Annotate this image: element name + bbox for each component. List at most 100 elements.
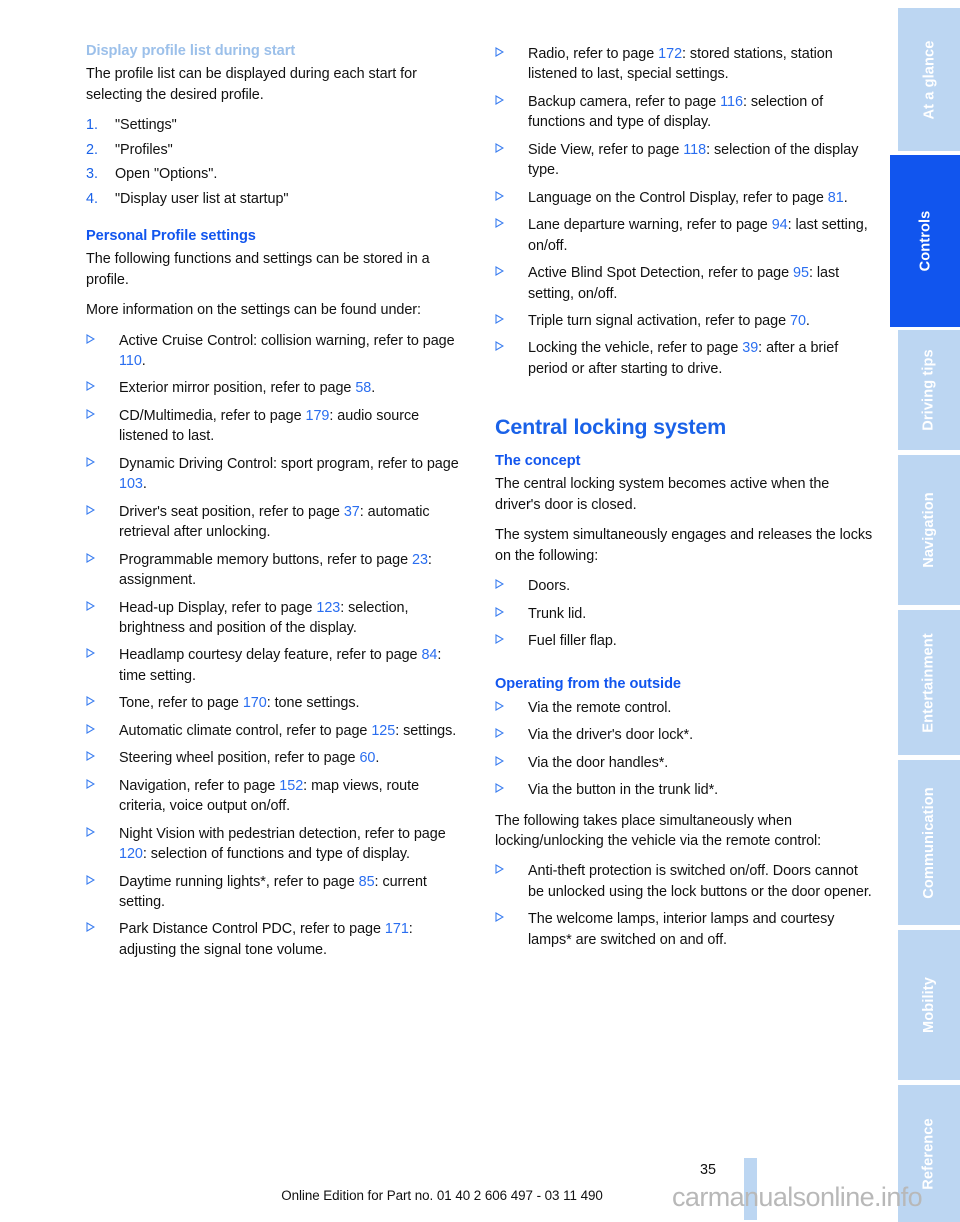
triangle-bullet-icon [86, 748, 119, 762]
bullet-text-tail: . [142, 476, 147, 493]
bullet-text-lead: The welcome lamps, interior lamps and co… [528, 911, 835, 948]
bullet-text-lead: Headlamp courtesy delay feature, refer t… [119, 647, 422, 664]
page-reference-link[interactable]: 170 [243, 695, 267, 711]
bullet-item: Active Blind Spot Detection, refer to pa… [495, 263, 876, 304]
bullet-text-lead: Doors. [528, 578, 571, 595]
triangle-bullet-icon [86, 331, 119, 344]
bullet-text: The welcome lamps, interior lamps and co… [528, 909, 876, 950]
paragraph-simultaneous-remote: The following takes place simultaneously… [495, 812, 822, 849]
page-reference-link[interactable]: 23 [412, 552, 428, 568]
bullet-item: Night Vision with pedestrian detection, … [86, 824, 467, 865]
triangle-bullet-icon [86, 454, 119, 467]
triangle-bullet-icon [495, 861, 528, 875]
tab-label: Communication [921, 786, 938, 899]
paragraph-concept-active: The central locking system becomes activ… [495, 476, 830, 513]
step-marker: 2. [86, 141, 98, 158]
triangle-bullet-icon [86, 824, 119, 837]
bullet-text: Steering wheel position, refer to page 6… [119, 748, 467, 768]
bullet-item: Radio, refer to page 172: stored station… [495, 44, 876, 85]
bullet-text: Park Distance Control PDC, refer to page… [119, 919, 467, 960]
bullet-text-lead: Locking the vehicle, refer to page [528, 340, 743, 357]
paragraph-stored-in-profile: The following functions and settings can… [86, 251, 430, 288]
bullet-text-lead: Lane departure warning, refer to page [528, 217, 772, 234]
bullet-text-lead: Active Blind Spot Detection, refer to pa… [528, 265, 794, 282]
bullet-text-lead: Head-up Display, refer to page [119, 599, 317, 616]
page-reference-link[interactable]: 70 [790, 313, 806, 329]
numbered-step-list: 1. "Settings" 2. "Profiles" 3. Open "Options"… [86, 115, 467, 209]
bullet-text: Side View, refer to page 118: selection … [528, 140, 876, 181]
page-reference-link[interactable]: 85 [359, 874, 375, 890]
triangle-bullet-icon [86, 919, 119, 933]
settings-bullet-list-continued: Radio, refer to page 172: stored station… [495, 44, 876, 379]
page-reference-link[interactable]: 118 [683, 142, 706, 158]
tab-entertainment[interactable]: Entertainment [898, 610, 960, 755]
bullet-text-tail: : tone settings. [266, 695, 360, 712]
bullet-text: Lane departure warning, refer to page 94… [528, 215, 876, 256]
tab-label: Reference [921, 1117, 938, 1190]
bullet-item: Language on the Control Display, refer t… [495, 188, 876, 208]
triangle-bullet-icon [86, 550, 119, 563]
page-reference-link[interactable]: 116 [720, 94, 743, 110]
paragraph-profile-intro: The profile list can be displayed during… [86, 66, 417, 103]
bullet-text: Via the button in the trunk lid*. [528, 780, 876, 800]
bullet-text: Backup camera, refer to page 116: select… [528, 92, 876, 133]
page-reference-link[interactable]: 95 [793, 265, 809, 281]
page-reference-link[interactable]: 37 [344, 504, 360, 520]
triangle-bullet-icon [86, 502, 119, 515]
page-reference-link[interactable]: 84 [421, 647, 437, 663]
page-reference-link[interactable]: 94 [772, 217, 788, 233]
bullet-text-tail: : settings. [395, 722, 457, 739]
bullet-text: Language on the Control Display, refer t… [528, 188, 876, 208]
page-reference-link[interactable]: 172 [658, 46, 682, 62]
page-reference-link[interactable]: 152 [279, 778, 303, 794]
bullet-text: Exterior mirror position, refer to page … [119, 378, 467, 398]
numbered-step-item: 2. "Profiles" [86, 140, 467, 160]
tab-driving-tips[interactable]: Driving tips [898, 330, 960, 450]
tab-at-a-glance[interactable]: At a glance [898, 8, 960, 151]
bullet-text: Head-up Display, refer to page 123: sele… [119, 598, 467, 639]
bullet-item: Locking the vehicle, refer to page 39: a… [495, 338, 876, 379]
page-reference-link[interactable]: 39 [742, 340, 758, 356]
triangle-bullet-icon [495, 311, 528, 324]
page-reference-link[interactable]: 120 [119, 846, 143, 862]
tab-mobility[interactable]: Mobility [898, 930, 960, 1080]
triangle-bullet-icon [495, 215, 528, 229]
triangle-bullet-icon [495, 909, 528, 923]
tab-controls[interactable]: Controls [890, 155, 960, 327]
bullet-text: Triple turn signal activation, refer to … [528, 311, 876, 331]
bullet-item: Trunk lid. [495, 604, 876, 624]
tab-communication[interactable]: Communication [898, 760, 960, 925]
bullet-text: Driver's seat position, refer to page 37… [119, 502, 467, 543]
triangle-bullet-icon [495, 576, 528, 590]
page-reference-link[interactable]: 58 [355, 380, 371, 396]
bullet-item: Steering wheel position, refer to page 6… [86, 748, 467, 768]
tab-label: Driving tips [921, 349, 938, 431]
bullet-item: Via the door handles*. [495, 753, 876, 773]
page-reference-link[interactable]: 125 [371, 723, 395, 739]
bullet-text-lead: Language on the Control Display, refer t… [528, 189, 828, 206]
bullet-text-lead: CD/Multimedia, refer to page [119, 407, 306, 424]
step-marker: 3. [86, 166, 98, 183]
page-reference-link[interactable]: 60 [359, 750, 375, 766]
page-reference-link[interactable]: 179 [306, 408, 330, 424]
tab-reference[interactable]: Reference [898, 1085, 960, 1222]
bullet-text: Active Cruise Control: collision warning… [119, 331, 467, 372]
right-column: Radio, refer to page 172: stored station… [495, 42, 876, 1132]
bullet-text-lead: Via the door handles*. [528, 754, 669, 771]
bullet-text: Daytime running lights*, refer to page 8… [119, 872, 467, 913]
heading-personal-profile-settings: Personal Profile settings [86, 227, 256, 244]
bullet-text: Automatic climate control, refer to page… [119, 721, 467, 741]
page-reference-link[interactable]: 81 [828, 190, 844, 206]
page-reference-link[interactable]: 123 [316, 600, 340, 616]
bullet-text: Navigation, refer to page 152: map views… [119, 776, 467, 817]
tab-label: Navigation [921, 492, 938, 568]
bullet-item: Triple turn signal activation, refer to … [495, 311, 876, 331]
tab-navigation[interactable]: Navigation [898, 455, 960, 605]
bullet-item: Via the button in the trunk lid*. [495, 780, 876, 800]
bullet-text-lead: Dynamic Driving Control: sport program, … [119, 455, 459, 472]
page-reference-link[interactable]: 103 [119, 476, 143, 492]
bullet-text-tail: . [375, 750, 380, 767]
page-reference-link[interactable]: 171 [385, 921, 409, 937]
page-reference-link[interactable]: 110 [119, 353, 142, 369]
bullet-text: Via the driver's door lock*. [528, 725, 876, 745]
